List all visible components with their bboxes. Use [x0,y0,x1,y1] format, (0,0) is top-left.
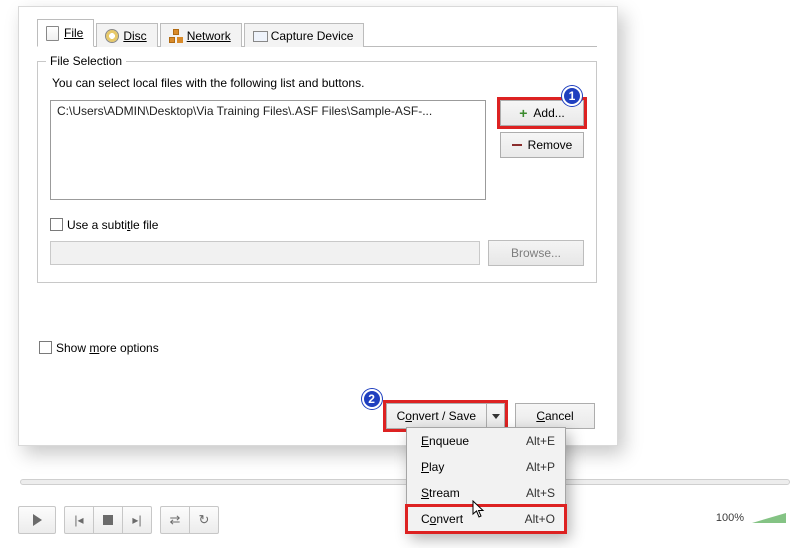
checkbox-label: Show more options [56,341,159,355]
menu-label: Enqueue [421,434,526,448]
stop-button[interactable] [93,506,123,534]
use-subtitle-checkbox[interactable]: Use a subtitle file [50,218,158,232]
remove-button[interactable]: Remove [500,132,584,158]
next-icon: ▸| [132,513,141,527]
tab-bar: File Disc Network Capture Device [37,19,597,47]
button-label: Cancel [536,409,573,423]
fieldset-legend: File Selection [46,54,126,68]
button-label: Remove [528,138,573,152]
menu-label: Play [421,460,526,474]
menu-item-enqueue[interactable]: Enqueue Alt+E [407,428,565,454]
open-media-dialog: File Disc Network Capture Device File Se… [37,19,597,355]
player-controls: |◂ ▸| [18,506,219,534]
menu-label: Stream [421,486,526,500]
menu-item-stream[interactable]: Stream Alt+S [407,480,565,506]
tab-capture-device[interactable]: Capture Device [244,23,365,47]
shuffle-button[interactable] [160,506,190,534]
convert-save-menu: Enqueue Alt+E Play Alt+P Stream Alt+S Co… [406,427,566,533]
nav-group: |◂ ▸| [64,506,152,534]
tab-file[interactable]: File [37,19,94,47]
mouse-cursor-icon [472,500,486,518]
convert-save-button[interactable]: Convert / Save [386,403,505,429]
menu-accel: Alt+E [526,434,555,448]
play-button[interactable] [18,506,56,534]
network-icon [169,29,183,43]
tab-label: Network [187,29,231,43]
cancel-button[interactable]: Cancel [515,403,595,429]
dialog-window: File Disc Network Capture Device File Se… [18,6,618,446]
prev-button[interactable]: |◂ [64,506,94,534]
prev-icon: |◂ [74,513,83,527]
file-list-entry[interactable]: C:\Users\ADMIN\Desktop\Via Training File… [57,104,479,118]
menu-item-convert[interactable]: Convert Alt+O [407,506,565,532]
tab-disc[interactable]: Disc [96,23,157,47]
annotation-badge-1: 1 [562,86,582,106]
seek-bar[interactable] [20,474,790,490]
volume-slider[interactable] [752,513,786,523]
stop-icon [103,515,113,525]
chevron-down-icon [492,414,500,419]
button-label: Add... [533,106,564,120]
checkbox-label: Use a subtitle file [67,218,158,232]
tab-network[interactable]: Network [160,23,242,47]
minus-icon [512,144,522,146]
repeat-button[interactable] [189,506,219,534]
tab-label: Disc [123,29,146,43]
disc-icon [105,29,119,43]
show-more-options-checkbox[interactable]: Show more options [39,341,597,355]
file-list[interactable]: C:\Users\ADMIN\Desktop\Via Training File… [50,100,486,200]
volume-area: 100% [716,512,786,524]
next-button[interactable]: ▸| [122,506,152,534]
annotation-badge-2: 2 [362,389,382,409]
file-selection-fieldset: File Selection You can select local file… [37,61,597,283]
plus-icon: + [519,106,527,120]
menu-accel: Alt+S [526,486,555,500]
file-icon [46,26,60,40]
seek-track [20,479,790,485]
dialog-footer: 2 Convert / Save Cancel [386,403,595,429]
button-label: Browse... [511,246,561,260]
help-text: You can select local files with the foll… [52,76,584,90]
menu-item-play[interactable]: Play Alt+P [407,454,565,480]
menu-accel: Alt+O [525,512,555,526]
button-label: Convert / Save [387,404,486,428]
play-icon [33,514,42,526]
mode-group [160,506,219,534]
dropdown-toggle[interactable] [486,404,504,428]
tab-label: Capture Device [271,29,354,43]
capture-device-icon [253,29,267,43]
browse-button: Browse... [488,240,584,266]
menu-accel: Alt+P [526,460,555,474]
subtitle-path-input [50,241,480,265]
tab-label: File [64,26,83,40]
volume-text: 100% [716,512,744,524]
